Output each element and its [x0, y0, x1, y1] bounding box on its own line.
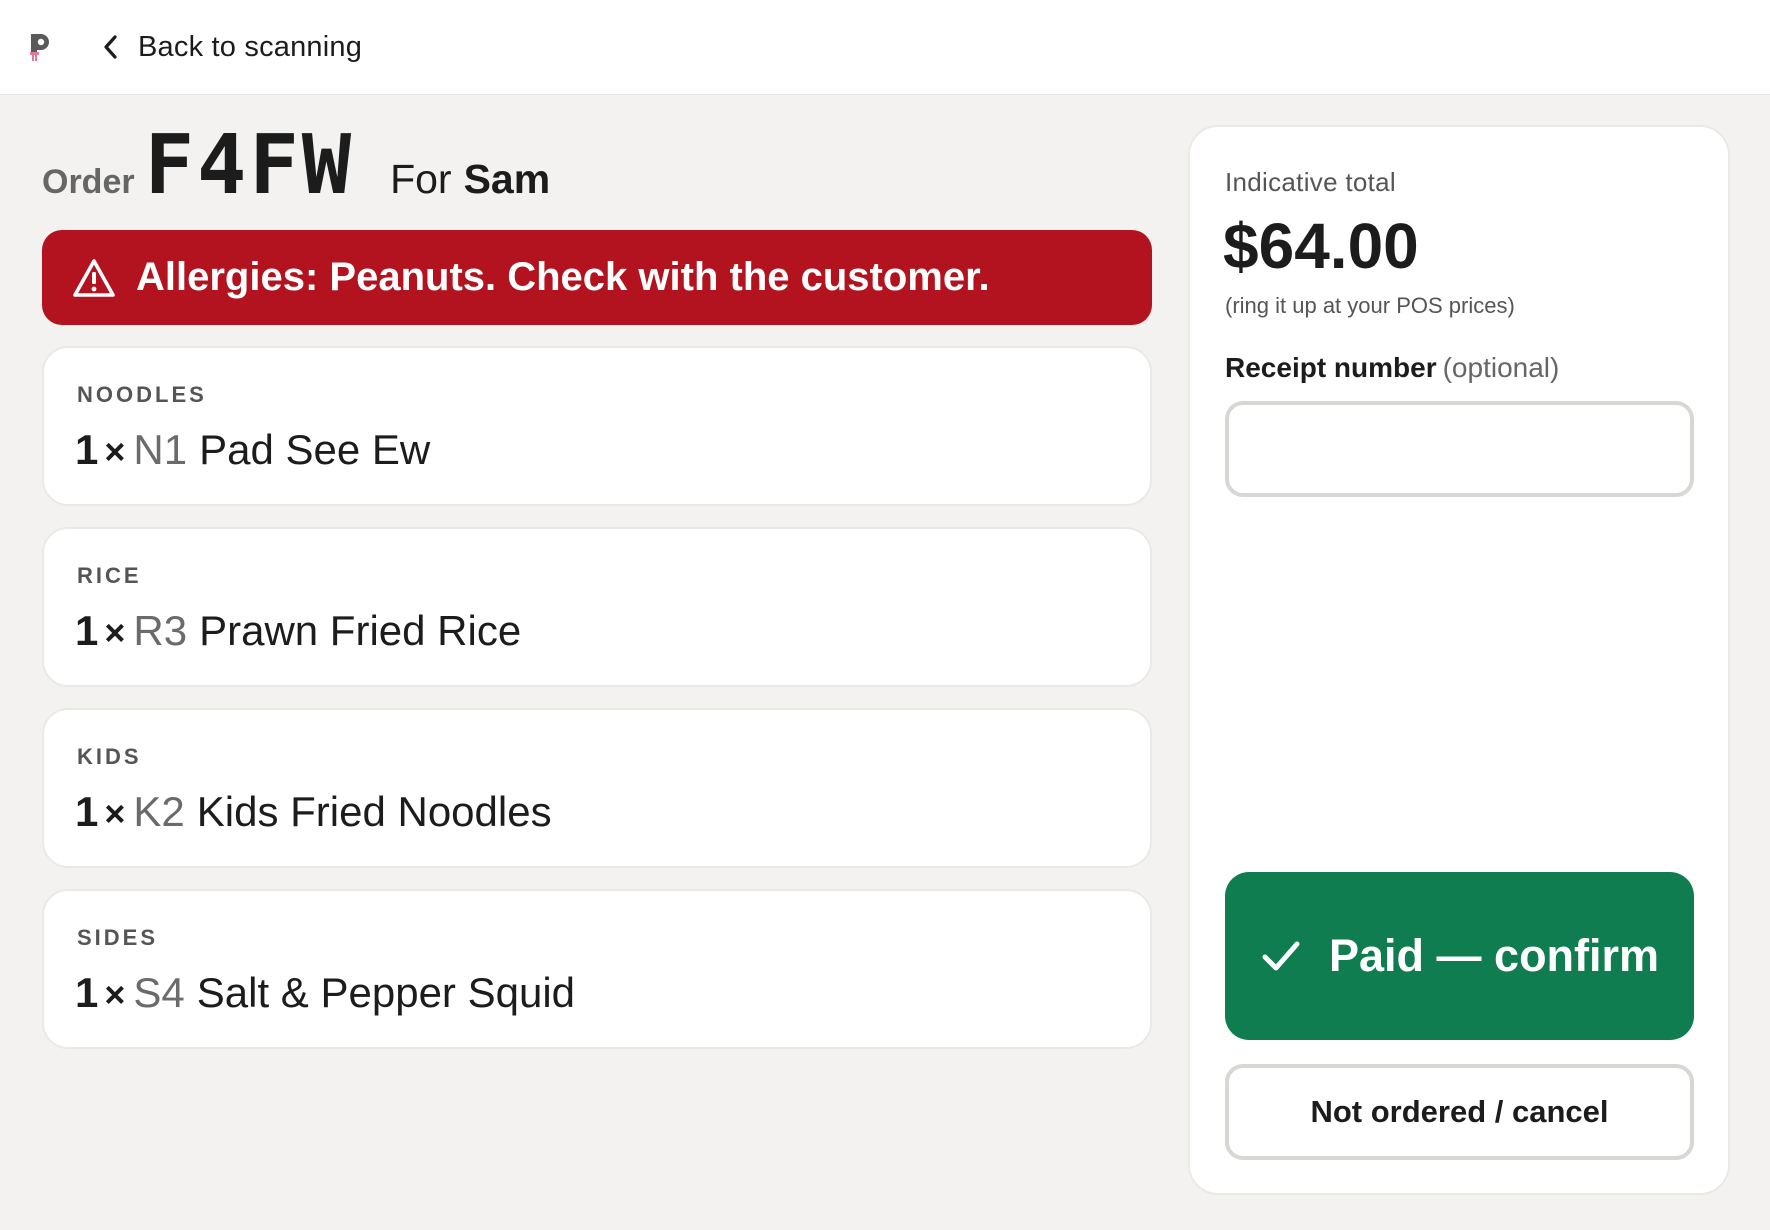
back-to-scanning-link[interactable]: Back to scanning: [100, 26, 362, 68]
customer-name: Sam: [463, 156, 551, 202]
allergy-banner: Allergies: Peanuts. Check with the custo…: [42, 230, 1152, 325]
for-label: For: [390, 156, 452, 202]
item-quantity: 1: [75, 607, 99, 654]
item-quantity: 1: [75, 788, 99, 835]
item-name: Salt & Pepper Squid: [196, 969, 576, 1016]
item-code: R3: [133, 607, 188, 654]
receipt-optional-text: (optional): [1442, 352, 1560, 383]
order-item-card: NOODLES 1 × N1 Pad See Ew: [42, 346, 1152, 506]
times-sign: ×: [104, 974, 126, 1015]
item-line: 1 × S4 Salt & Pepper Squid: [75, 969, 575, 1017]
paid-confirm-label: Paid — confirm: [1329, 930, 1660, 981]
paid-confirm-button[interactable]: Paid — confirm: [1225, 872, 1694, 1040]
item-category: KIDS: [77, 744, 142, 769]
back-link-label: Back to scanning: [138, 30, 363, 63]
total-note: (ring it up at your POS prices): [1225, 293, 1515, 318]
cancel-label: Not ordered / cancel: [1310, 1094, 1609, 1129]
not-ordered-cancel-button[interactable]: Not ordered / cancel: [1225, 1064, 1694, 1160]
item-line: 1 × K2 Kids Fried Noodles: [75, 788, 552, 836]
times-sign: ×: [104, 612, 126, 653]
item-code: K2: [133, 788, 185, 835]
chevron-left-icon: [104, 35, 117, 59]
order-heading: Order F4FW For Sam: [42, 118, 550, 218]
item-category: RICE: [77, 563, 142, 588]
item-code: N1: [133, 426, 188, 473]
times-sign: ×: [104, 431, 126, 472]
order-item-card: RICE 1 × R3 Prawn Fried Rice: [42, 527, 1152, 687]
total-value: $64.00: [1223, 210, 1419, 282]
receipt-number-label: Receipt number (optional): [1225, 352, 1559, 384]
item-line: 1 × R3 Prawn Fried Rice: [75, 607, 521, 655]
item-code: S4: [133, 969, 185, 1016]
receipt-label-text: Receipt number: [1225, 352, 1437, 383]
payment-panel: Indicative total $64.00 (ring it up at y…: [1188, 125, 1730, 1195]
item-category: NOODLES: [77, 382, 207, 407]
order-code: F4FW: [144, 118, 355, 213]
checkmark-icon: [1262, 941, 1300, 971]
total-label: Indicative total: [1225, 167, 1397, 197]
item-quantity: 1: [75, 969, 99, 1016]
item-name: Prawn Fried Rice: [199, 607, 522, 654]
receipt-number-input[interactable]: [1225, 401, 1694, 497]
order-item-card: KIDS 1 × K2 Kids Fried Noodles: [42, 708, 1152, 868]
item-line: 1 × N1 Pad See Ew: [75, 426, 430, 474]
item-name: Kids Fried Noodles: [196, 788, 552, 835]
item-quantity: 1: [75, 426, 99, 473]
item-category: SIDES: [77, 925, 159, 950]
item-name: Pad See Ew: [199, 426, 431, 473]
order-item-card: SIDES 1 × S4 Salt & Pepper Squid: [42, 889, 1152, 1049]
top-bar: Back to scanning: [0, 0, 1770, 95]
order-label: Order: [42, 163, 135, 201]
allergy-message: Allergies: Peanuts. Check with the custo…: [136, 255, 990, 299]
times-sign: ×: [104, 793, 126, 834]
popsicle-logo-icon: [30, 34, 49, 61]
warning-triangle-icon: [73, 258, 115, 297]
